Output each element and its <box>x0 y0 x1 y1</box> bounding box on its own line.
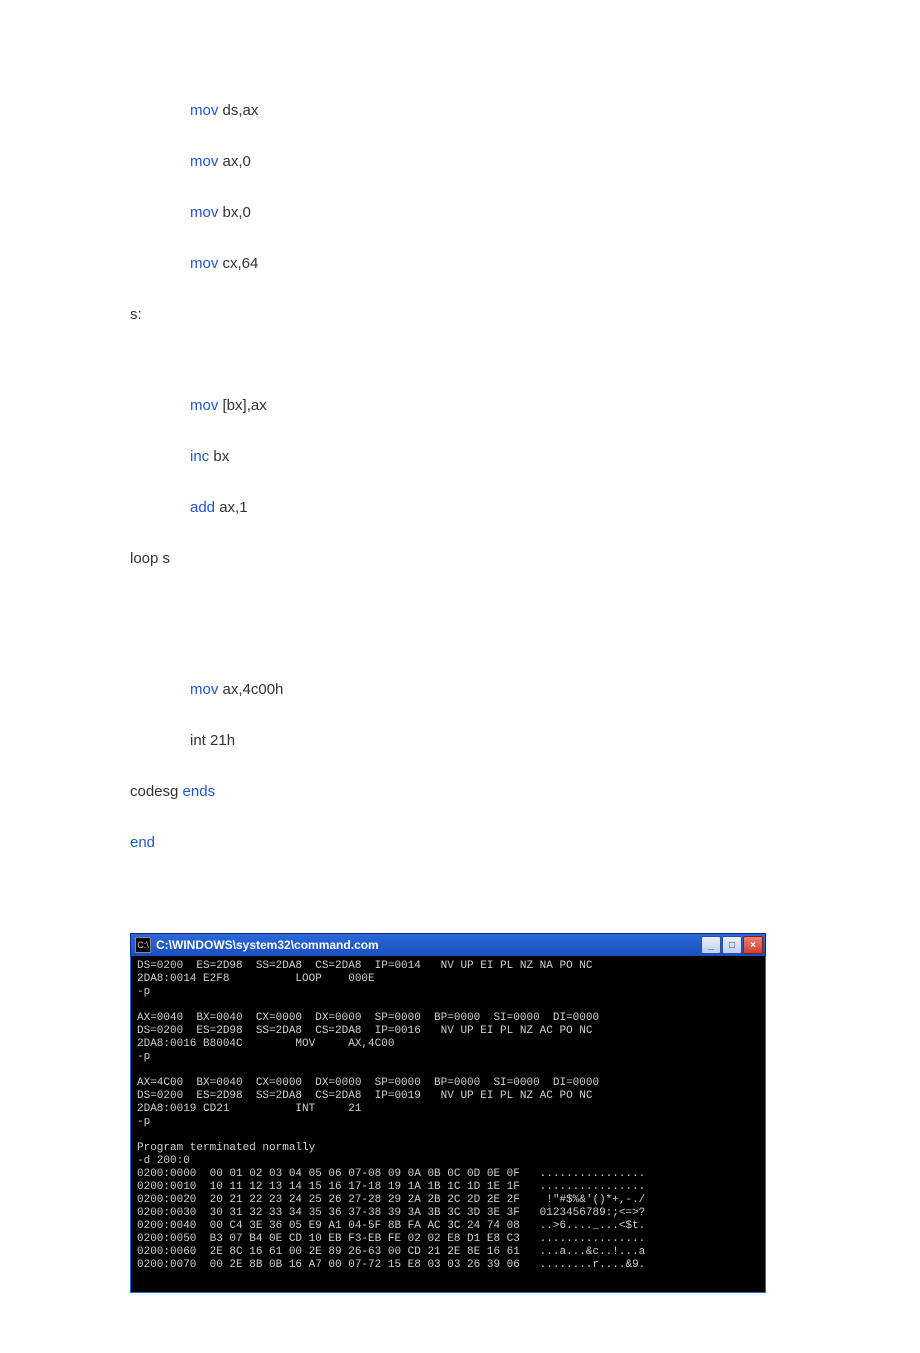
asm-line: mov bx,0 <box>190 202 880 223</box>
close-icon: × <box>750 940 756 951</box>
asm-line: codesg ends <box>130 781 880 802</box>
operands: ax,4c00h <box>218 681 283 698</box>
operands: ax,1 <box>215 499 248 516</box>
segment-name: codesg <box>130 783 183 800</box>
asm-line: mov ds,ax <box>190 100 880 121</box>
keyword: mov <box>190 397 218 414</box>
asm-line: mov ax,0 <box>190 151 880 172</box>
operands: bx,0 <box>218 204 251 221</box>
window-buttons: _ □ × <box>701 936 763 954</box>
int-stmt: int 21h <box>190 732 235 749</box>
keyword: mov <box>190 204 218 221</box>
operands: bx <box>209 448 229 465</box>
operands: [bx],ax <box>218 397 266 414</box>
keyword: ends <box>183 783 216 800</box>
asm-line: inc bx <box>190 446 880 467</box>
keyword: mov <box>190 681 218 698</box>
keyword: end <box>130 834 155 851</box>
keyword: inc <box>190 448 209 465</box>
console-window: C:\ C:\WINDOWS\system32\command.com _ □ … <box>130 933 766 1293</box>
operands: ax,0 <box>218 153 251 170</box>
label-line: s: <box>130 304 880 325</box>
minimize-button[interactable]: _ <box>701 936 721 954</box>
console-output: DS=0200 ES=2D98 SS=2DA8 CS=2DA8 IP=0014 … <box>130 956 766 1293</box>
keyword: mov <box>190 153 218 170</box>
asm-line: add ax,1 <box>190 497 880 518</box>
keyword: mov <box>190 255 218 272</box>
spacer <box>130 639 880 679</box>
label: s: <box>130 306 142 323</box>
asm-line: loop s <box>130 548 880 569</box>
minimize-icon: _ <box>708 940 714 951</box>
window-title: C:\WINDOWS\system32\command.com <box>156 938 701 952</box>
titlebar: C:\ C:\WINDOWS\system32\command.com _ □ … <box>130 933 766 956</box>
asm-line: int 21h <box>190 730 880 751</box>
document-page: mov ds,ax mov ax,0 mov bx,0 mov cx,64 s:… <box>0 0 920 1353</box>
keyword: add <box>190 499 215 516</box>
operands: ds,ax <box>218 102 258 119</box>
cmd-icon-text: C:\ <box>137 940 149 950</box>
asm-line: mov cx,64 <box>190 253 880 274</box>
maximize-icon: □ <box>729 940 735 951</box>
cmd-icon: C:\ <box>135 937 151 953</box>
loop-stmt: loop s <box>130 550 170 567</box>
close-button[interactable]: × <box>743 936 763 954</box>
operands: cx,64 <box>218 255 258 272</box>
asm-line: mov [bx],ax <box>190 395 880 416</box>
asm-line: mov ax,4c00h <box>190 679 880 700</box>
asm-line: end <box>130 832 880 853</box>
maximize-button[interactable]: □ <box>722 936 742 954</box>
keyword: mov <box>190 102 218 119</box>
